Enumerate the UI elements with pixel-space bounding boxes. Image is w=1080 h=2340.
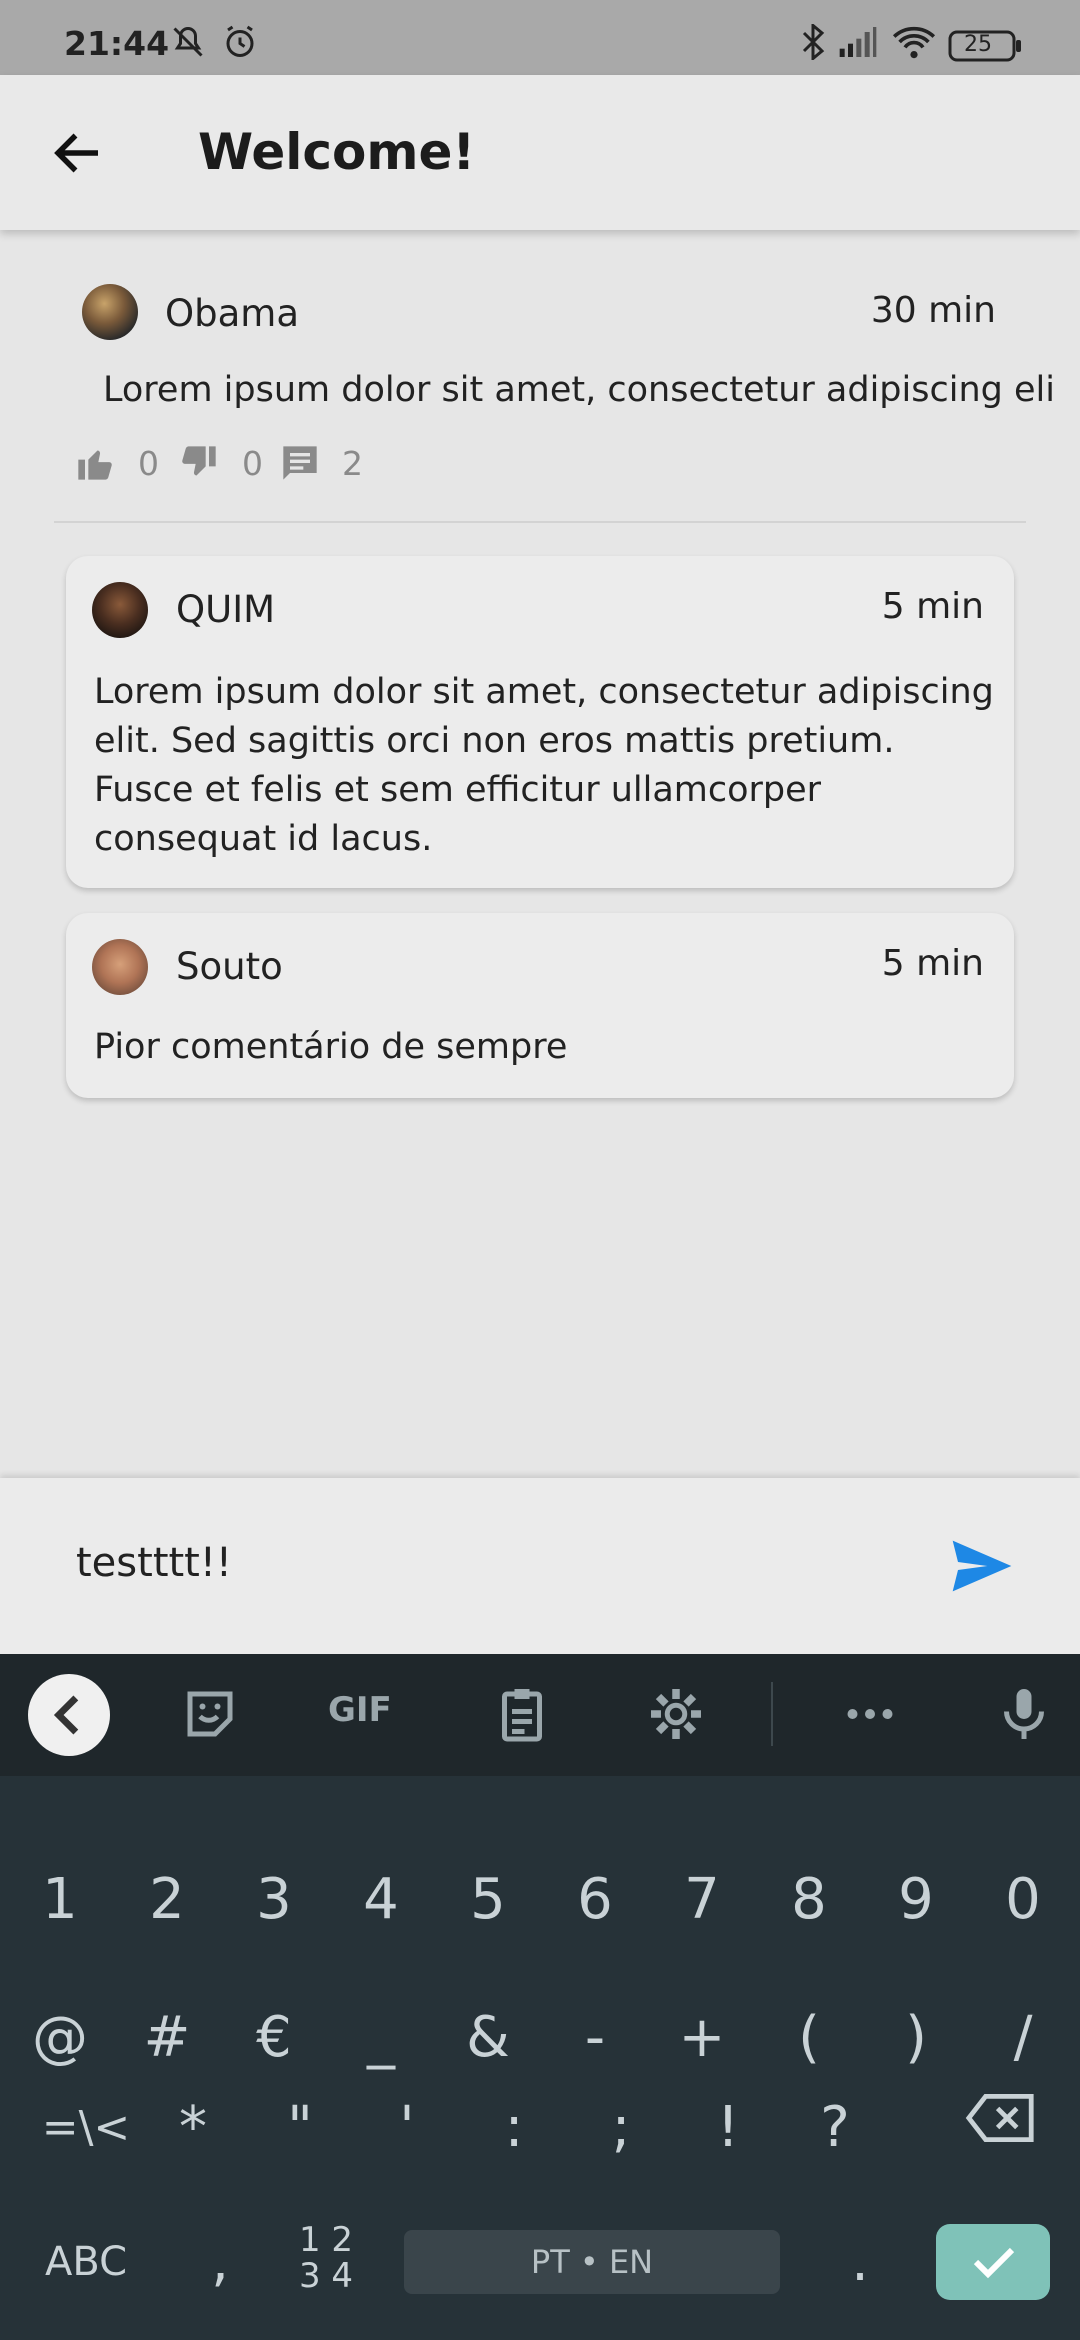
symbol-key[interactable]: & xyxy=(438,1988,538,2088)
dislike-button[interactable]: 0 xyxy=(178,438,263,488)
number-key[interactable]: 3 xyxy=(224,1850,324,1950)
space-key[interactable]: PT • EN xyxy=(404,2230,780,2294)
comment-input[interactable]: testttt!! xyxy=(76,1540,232,1586)
avatar xyxy=(82,284,138,340)
back-button[interactable] xyxy=(46,123,110,183)
comment-icon xyxy=(283,446,317,480)
backspace-icon xyxy=(965,2094,1034,2142)
symbol-key[interactable]: @ xyxy=(10,1988,110,2088)
voice-input-button[interactable] xyxy=(994,1684,1054,1744)
battery-icon: 25 xyxy=(948,30,1022,66)
comment-time: 5 min xyxy=(881,943,984,984)
alarm-icon xyxy=(222,24,258,64)
symbol-key[interactable]: ! xyxy=(678,2078,778,2178)
symbol-key[interactable]: ? xyxy=(785,2078,885,2178)
symbol-key[interactable]: _ xyxy=(331,1988,431,2088)
number-key[interactable]: 5 xyxy=(438,1850,538,1950)
number-key[interactable]: 8 xyxy=(759,1850,859,1950)
more-horizontal-icon xyxy=(847,1709,893,1719)
mute-icon xyxy=(170,24,206,64)
divider xyxy=(54,521,1026,523)
like-count: 0 xyxy=(138,443,159,483)
status-bar: 21:44 25 xyxy=(0,0,1080,75)
chevron-left-icon xyxy=(53,1695,79,1735)
app-bar: Welcome! xyxy=(0,75,1080,230)
avatar xyxy=(92,939,148,995)
post-text: Lorem ipsum dolor sit amet, consectetur … xyxy=(103,370,1055,410)
symbol-key[interactable]: * xyxy=(143,2078,243,2178)
battery-level: 25 xyxy=(964,32,992,57)
symbol-key[interactable]: ; xyxy=(571,2078,671,2178)
symbol-key[interactable]: " xyxy=(250,2078,350,2178)
more-button[interactable] xyxy=(840,1684,900,1744)
signal-icon xyxy=(838,24,878,64)
comment-text: Lorem ipsum dolor sit amet, consectetur … xyxy=(94,672,994,859)
backspace-key[interactable] xyxy=(950,2068,1050,2168)
symbol-key[interactable]: ( xyxy=(759,1988,859,2088)
clipboard-icon xyxy=(502,1689,542,1742)
comment-composer: testttt!! xyxy=(0,1478,1080,1654)
settings-button[interactable] xyxy=(646,1684,706,1744)
send-button[interactable] xyxy=(950,1538,1014,1594)
done-key[interactable] xyxy=(936,2224,1050,2300)
post-author: Obama xyxy=(165,292,299,335)
period-key[interactable]: . xyxy=(810,2212,910,2312)
sticker-icon xyxy=(187,1691,233,1737)
sticker-button[interactable] xyxy=(180,1684,240,1744)
symbol-key[interactable]: € xyxy=(224,1988,324,2088)
keyboard-collapse-button[interactable] xyxy=(28,1674,110,1756)
number-key[interactable]: 2 xyxy=(117,1850,217,1950)
main-post: Obama 30 min Lorem ipsum dolor sit amet,… xyxy=(0,230,1080,522)
like-button[interactable]: 0 xyxy=(74,438,159,488)
number-key[interactable]: 0 xyxy=(973,1850,1073,1950)
screen: 21:44 25 Welcome! Obama 30 min Lorem ips… xyxy=(0,0,1080,2340)
symbol-key[interactable]: # xyxy=(117,1988,217,2088)
keyboard: GIF 1234567890 @ # € _ & - +() / =\< * " ':;!? ABC xyxy=(0,1654,1080,2340)
gear-icon xyxy=(651,1689,701,1739)
gif-button[interactable]: GIF xyxy=(328,1690,408,1750)
symbol-key[interactable]: =\< xyxy=(36,2078,136,2178)
avatar xyxy=(92,582,148,638)
comment-time: 5 min xyxy=(881,586,984,627)
comma-key[interactable]: , xyxy=(170,2212,270,2312)
page-title: Welcome! xyxy=(198,123,476,181)
comment-text: Pior comentário de sempre xyxy=(94,1027,568,1067)
comment-card: Souto 5 min Pior comentário de sempre xyxy=(66,913,1014,1098)
wifi-icon xyxy=(892,24,936,64)
symbol-key[interactable]: - xyxy=(545,1988,645,2088)
bluetooth-icon xyxy=(798,22,828,64)
symbol-key[interactable]: ' xyxy=(357,2078,457,2178)
number-key[interactable]: 9 xyxy=(866,1850,966,1950)
symbol-key[interactable]: + xyxy=(652,1988,752,2088)
comment-count: 2 xyxy=(342,443,363,483)
status-time: 21:44 xyxy=(64,24,170,63)
comment-author: Souto xyxy=(176,945,283,988)
thumb-up-icon xyxy=(78,450,112,480)
microphone-icon xyxy=(1004,1689,1044,1739)
dislike-count: 0 xyxy=(242,443,263,483)
abc-key[interactable]: ABC xyxy=(36,2212,136,2312)
number-key[interactable]: 1 xyxy=(10,1850,110,1950)
clipboard-button[interactable] xyxy=(492,1684,552,1744)
arrow-back-icon xyxy=(54,133,98,173)
keyboard-toolbar: GIF xyxy=(0,1654,1080,1776)
toolbar-divider xyxy=(771,1682,773,1746)
send-icon xyxy=(952,1540,1012,1592)
comments-button[interactable]: 2 xyxy=(280,438,363,488)
comment-card: QUIM 5 min Lorem ipsum dolor sit amet, c… xyxy=(66,556,1014,888)
number-key[interactable]: 6 xyxy=(545,1850,645,1950)
number-key[interactable]: 4 xyxy=(331,1850,431,1950)
number-key[interactable]: 7 xyxy=(652,1850,752,1950)
comment-author: QUIM xyxy=(176,588,276,631)
post-time: 30 min xyxy=(870,290,996,331)
symbol-key[interactable]: : xyxy=(464,2078,564,2178)
check-icon xyxy=(973,2247,1015,2279)
thumb-down-icon xyxy=(182,446,216,476)
numpad-key[interactable]: 1 2 3 4 xyxy=(276,2216,376,2316)
